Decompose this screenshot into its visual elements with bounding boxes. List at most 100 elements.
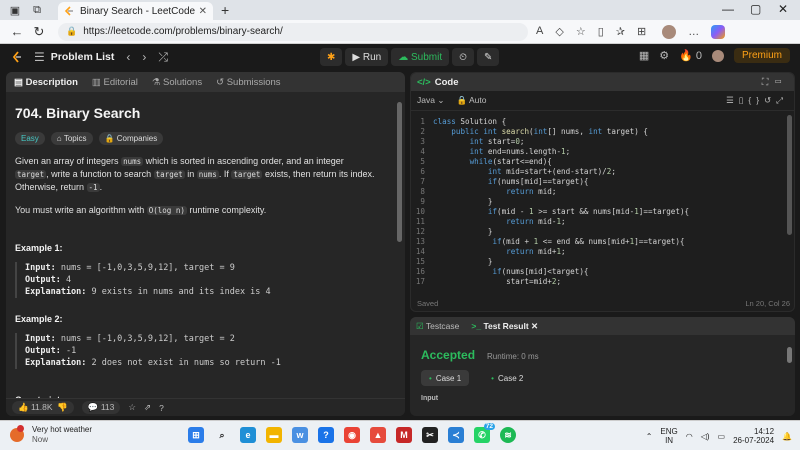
difficulty-badge[interactable]: Easy — [15, 132, 45, 145]
auto-mode[interactable]: 🔒 Auto — [456, 95, 486, 106]
capcut-icon[interactable]: ✂ — [422, 427, 438, 443]
split-screen-icon[interactable]: ▯ — [598, 25, 604, 38]
code-line[interactable]: 2 public int search(int[] nums, int targ… — [411, 127, 794, 137]
code-line[interactable]: 6 int mid=start+(end-start)/2; — [411, 167, 794, 177]
chrome-icon[interactable]: ◉ — [344, 427, 360, 443]
shuffle-icon[interactable]: ⤮ — [158, 50, 168, 65]
streak-counter[interactable]: 🔥 0 — [679, 49, 702, 62]
maximize-icon[interactable]: ▢ — [750, 2, 761, 16]
code-line[interactable]: 13 if(mid + 1 <= end && nums[mid+1]==tar… — [411, 237, 794, 247]
volume-icon[interactable]: ◁) — [701, 432, 710, 441]
tab-testcase[interactable]: ☑ Testcase — [416, 321, 459, 332]
language-indicator[interactable]: ENG IN — [660, 427, 677, 445]
clock[interactable]: 14:12 26-07-2024 — [733, 427, 774, 445]
debug-icon[interactable]: ✱ — [320, 48, 343, 66]
favorites-bar-icon[interactable]: ✰ — [616, 25, 625, 38]
close-window-icon[interactable]: ✕ — [778, 2, 788, 16]
code-line[interactable]: 17 start=mid+2; — [411, 277, 794, 287]
code-window-controls[interactable]: ⛶▭ — [762, 77, 788, 88]
search-icon[interactable]: ⌕ — [214, 427, 230, 443]
description-scrollbar[interactable] — [397, 102, 402, 242]
prev-problem-icon[interactable]: ‹ — [126, 50, 130, 64]
notification-icon[interactable]: 🔔 — [782, 432, 792, 441]
tab-actions-icon[interactable]: ⧉ — [30, 3, 44, 17]
tab-solutions[interactable]: ⚗ Solutions — [152, 77, 202, 88]
code-line[interactable]: 1 class Solution { — [411, 117, 794, 127]
mail-app-icon[interactable]: M — [396, 427, 412, 443]
copilot-icon[interactable] — [711, 24, 726, 39]
code-line[interactable]: 8 return mid; — [411, 187, 794, 197]
tab-editorial[interactable]: ▥ Editorial — [92, 77, 138, 88]
start-icon[interactable]: ⊞ — [188, 427, 204, 443]
editor-tools[interactable]: ☰▯{}↺⤢ — [726, 95, 788, 106]
tab-description[interactable]: ▤ Description — [14, 77, 78, 88]
notes-icon[interactable]: ✎ — [476, 48, 500, 66]
whatsapp-icon[interactable]: ✆ 72 — [474, 423, 495, 443]
file-explorer-icon[interactable]: ▬ — [266, 427, 282, 443]
new-tab-icon[interactable]: + — [221, 2, 229, 18]
more-icon[interactable]: … — [688, 26, 699, 38]
reload-icon[interactable]: ↻ — [28, 24, 50, 40]
extensions-icon[interactable]: ◇ — [555, 25, 563, 38]
code-line[interactable]: 10 if(mid - 1 >= start && nums[mid-1]==t… — [411, 207, 794, 217]
spotify-icon[interactable]: ≋ — [500, 427, 516, 443]
code-scrollbar[interactable] — [787, 115, 792, 235]
user-avatar[interactable] — [711, 49, 724, 62]
test-scrollbar[interactable] — [787, 347, 792, 363]
collections-icon[interactable]: ⊞ — [637, 25, 646, 38]
minimize-icon[interactable]: — — [722, 2, 734, 16]
code-line[interactable]: 5 while(start<=end){ — [411, 157, 794, 167]
code-text: } — [433, 197, 493, 206]
url-field[interactable]: 🔒 https://leetcode.com/problems/binary-s… — [58, 22, 528, 41]
bookmark-icon[interactable]: ☆ — [128, 402, 136, 413]
tab-submissions[interactable]: ↺ Submissions — [216, 77, 280, 88]
tab-test-result[interactable]: >_ Test Result ✕ — [471, 321, 538, 332]
code-line[interactable]: 14 return mid+1; — [411, 247, 794, 257]
help-icon[interactable]: ? — [159, 403, 164, 413]
premium-button[interactable]: Premium — [733, 48, 790, 63]
browser-menu-icon[interactable]: ▣ — [8, 3, 22, 17]
timer-icon[interactable]: ⏲ — [452, 48, 474, 66]
problem-list-link[interactable]: Problem List — [51, 51, 115, 63]
wifi-icon[interactable]: ◠ — [686, 432, 693, 441]
settings-icon[interactable]: ⚙ — [659, 49, 669, 62]
favorite-icon[interactable]: ☆ — [576, 25, 586, 38]
list-icon[interactable]: ☰ — [34, 50, 45, 64]
submit-button[interactable]: ☁ Submit — [391, 48, 450, 66]
code-line[interactable]: 3 int start=0; — [411, 137, 794, 147]
code-line[interactable]: 9 } — [411, 197, 794, 207]
code-line[interactable]: 7 if(nums[mid]==target){ — [411, 177, 794, 187]
shop-icon[interactable]: ▲ — [370, 427, 386, 443]
code-line[interactable]: 4 int end=nums.length-1; — [411, 147, 794, 157]
comments-button[interactable]: 💬 113 — [81, 401, 121, 414]
edge-icon[interactable]: e — [240, 427, 256, 443]
like-button[interactable]: 👍 11.8K 👎 — [12, 401, 74, 414]
share-icon[interactable]: ⇗ — [144, 402, 151, 413]
close-tab-icon[interactable]: ✕ — [199, 6, 207, 17]
run-button[interactable]: ▶ Run — [345, 48, 389, 66]
case-tab[interactable]: • Case 2 — [483, 370, 531, 386]
read-aloud-icon[interactable]: A — [536, 25, 543, 38]
browser-tab[interactable]: Binary Search - LeetCode ✕ — [58, 2, 213, 20]
vscode-icon[interactable]: ≺ — [448, 427, 464, 443]
language-select[interactable]: Java ⌄ — [417, 95, 444, 106]
code-line[interactable]: 12 } — [411, 227, 794, 237]
companies-tag[interactable]: 🔒 Companies — [98, 132, 164, 145]
next-problem-icon[interactable]: › — [142, 50, 146, 64]
back-icon[interactable]: ← — [6, 24, 28, 39]
battery-icon[interactable]: ▭ — [718, 432, 726, 441]
help-app-icon[interactable]: ? — [318, 427, 334, 443]
weather-widget[interactable]: Very hot weather Now — [10, 425, 92, 445]
case-tab[interactable]: • Case 1 — [421, 370, 470, 386]
leetcode-logo-icon[interactable] — [12, 51, 22, 63]
code-body[interactable]: 1 class Solution {2 public int search(int… — [411, 111, 794, 287]
topics-tag[interactable]: ⌂ Topics — [50, 132, 93, 145]
code-line[interactable]: 15 } — [411, 257, 794, 267]
show-hidden-icon[interactable]: ⌃ — [646, 432, 653, 441]
profile-avatar[interactable] — [662, 24, 677, 39]
layout-icon[interactable]: ▦ — [639, 49, 649, 62]
code-line[interactable]: 16 if(nums[mid]<target){ — [411, 267, 794, 277]
app-icon[interactable]: w — [292, 427, 308, 443]
input-label: Input: — [25, 334, 56, 344]
code-line[interactable]: 11 return mid-1; — [411, 217, 794, 227]
